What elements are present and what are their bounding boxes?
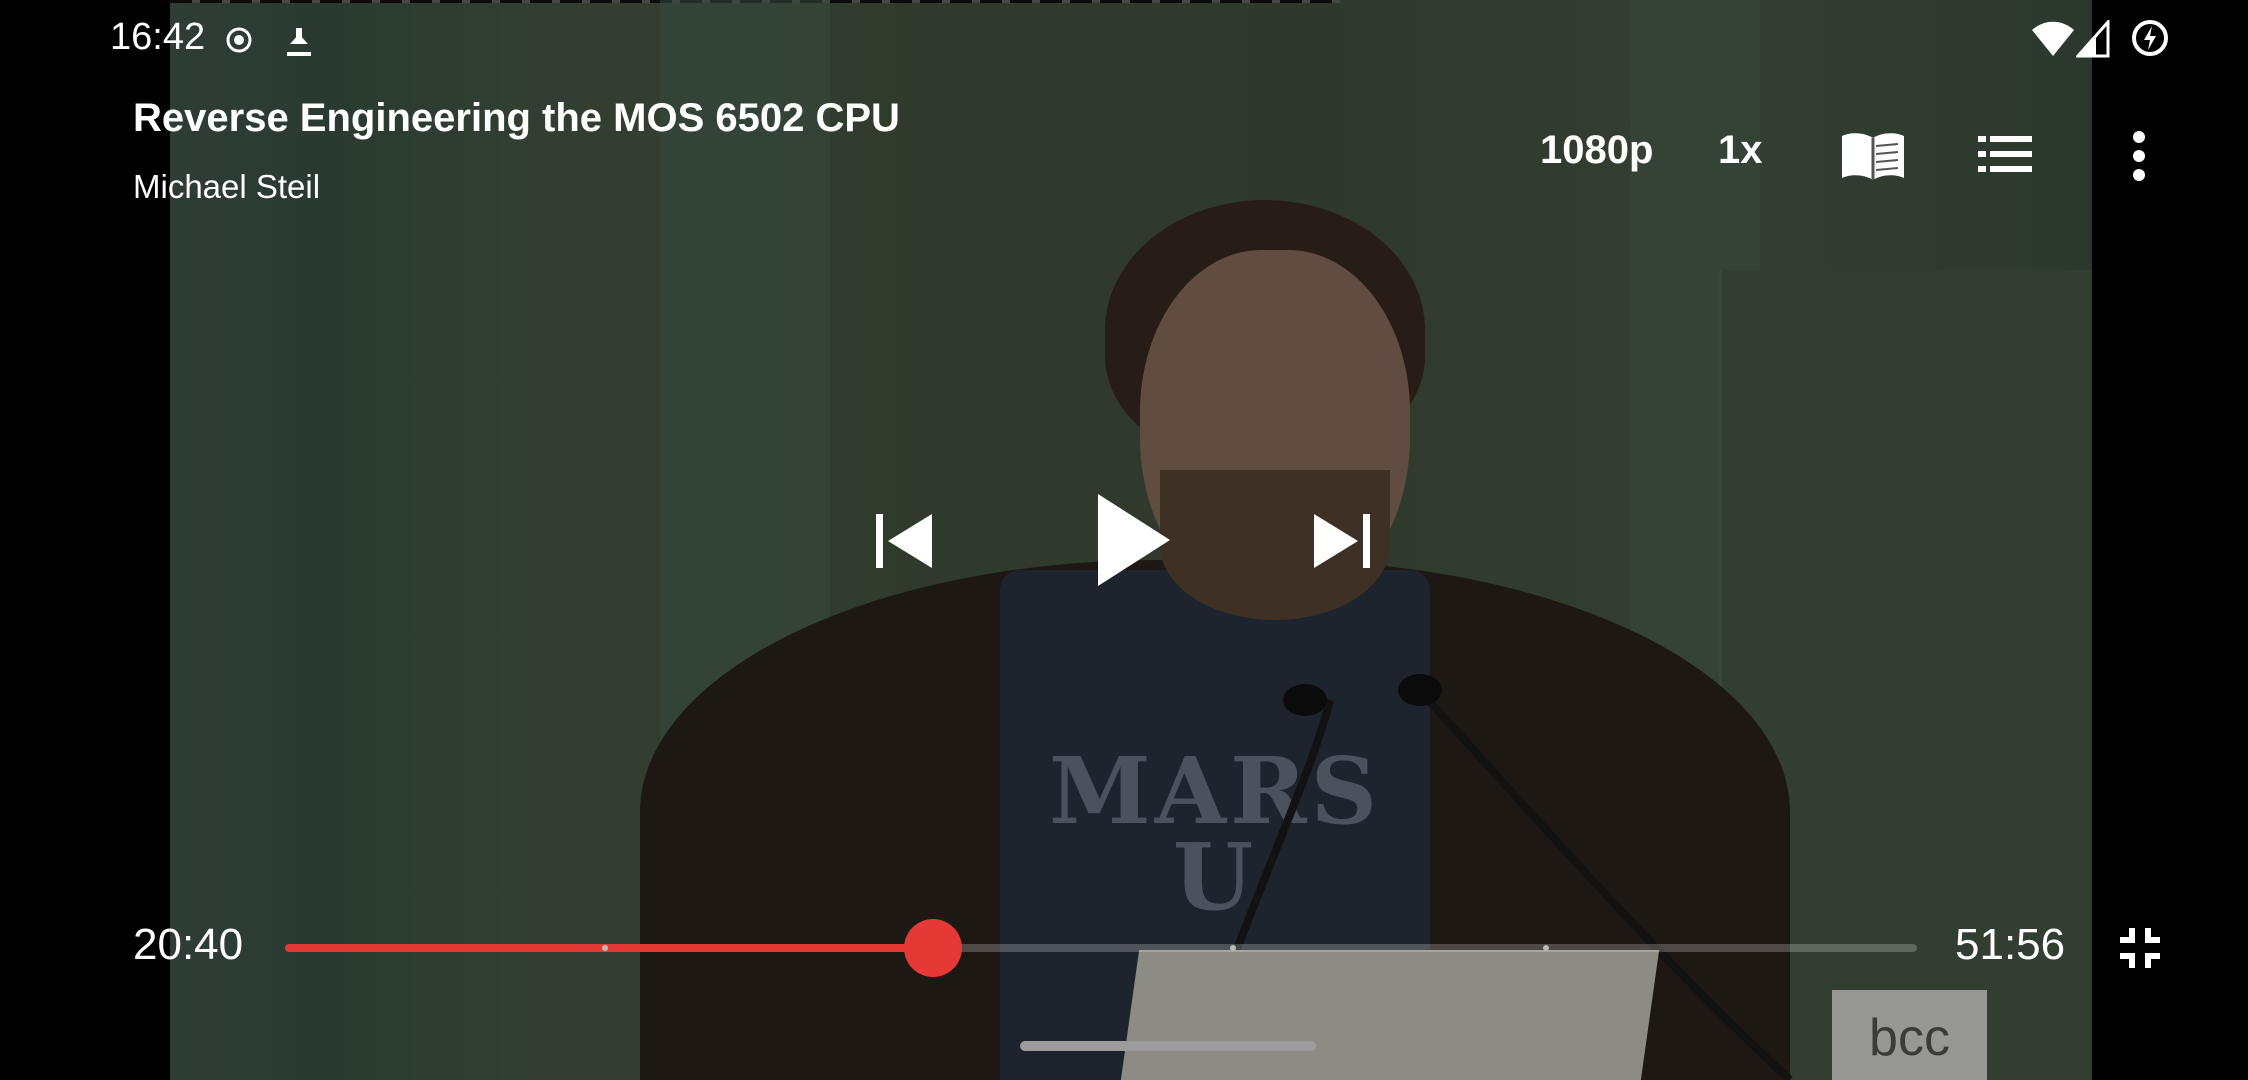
exit-fullscreen-icon[interactable] <box>2118 926 2162 970</box>
status-clock: 16:42 <box>110 16 206 58</box>
next-icon[interactable] <box>1312 510 1374 572</box>
list-icon[interactable] <box>1978 134 2032 174</box>
duration-time: 51:56 <box>1955 920 2066 969</box>
wifi-icon <box>2032 21 2074 56</box>
video-speaker: Michael Steil <box>133 168 321 205</box>
battery-saver-icon <box>2132 20 2168 56</box>
status-bar: 16:42 <box>0 0 2248 76</box>
gesture-handle[interactable] <box>1020 1041 1316 1051</box>
seek-thumb[interactable] <box>903 919 962 977</box>
speed-button[interactable]: 1x <box>1718 128 1763 173</box>
previous-icon[interactable] <box>872 510 934 572</box>
play-icon[interactable] <box>1094 490 1174 590</box>
quality-button[interactable]: 1080p <box>1540 128 1653 173</box>
seek-bar[interactable] <box>285 919 1917 977</box>
record-icon <box>226 27 252 53</box>
chapter-marker <box>1543 945 1550 951</box>
book-icon[interactable] <box>1840 130 1906 182</box>
more-vert-icon[interactable] <box>2126 130 2152 182</box>
download-icon <box>287 28 311 56</box>
elapsed-time: 20:40 <box>133 920 244 969</box>
chapter-marker <box>601 945 608 951</box>
seek-progress <box>285 944 933 952</box>
chapter-marker <box>1229 945 1236 951</box>
video-title: Reverse Engineering the MOS 6502 CPU <box>133 96 900 140</box>
cell-signal-icon <box>2076 20 2110 58</box>
